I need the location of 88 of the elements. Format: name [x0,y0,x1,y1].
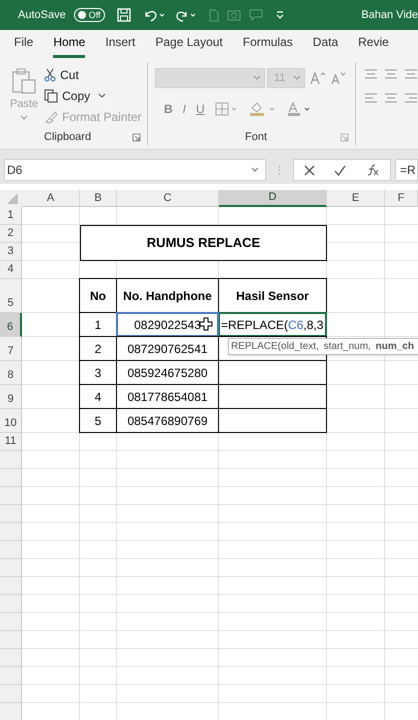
caret-icon [20,114,28,120]
row-header[interactable]: 3 [0,243,22,261]
row-header[interactable]: 7 [0,337,22,361]
cell-edit-field[interactable]: =REPLACE(C6,8,3 [218,312,327,337]
row-header[interactable]: 1 [0,207,22,225]
document-icon[interactable] [208,8,219,22]
borders-icon[interactable] [214,102,239,116]
enter-icon[interactable] [334,164,346,176]
sheet-title: RUMUS REPLACE [80,225,327,261]
row-header[interactable] [0,649,22,667]
name-box[interactable]: D6 [4,159,266,181]
row-header[interactable]: 8 [0,361,22,385]
dialog-launcher-icon[interactable] [340,132,349,142]
row-header[interactable] [0,685,22,703]
table-cell: 5 [79,408,117,433]
brush-icon [44,110,58,124]
font-name-field[interactable] [155,68,265,88]
undo-icon[interactable] [142,8,165,22]
ribbon-tab[interactable]: File [14,33,34,58]
row-header[interactable]: 10 [0,409,22,433]
clipboard-icon [11,68,38,94]
ribbon-tab[interactable]: Insert [105,33,136,58]
row-header[interactable]: 6 [0,313,22,337]
align-bottom-icon[interactable] [404,68,418,80]
ribbon-tab[interactable]: Page Layout [155,33,223,58]
toggle-label: Off [88,10,101,20]
camera-icon[interactable] [226,9,241,21]
column-heading-cell: No [79,278,117,313]
insert-function-icon[interactable] [366,164,380,176]
align-top-icon[interactable] [364,68,378,80]
column-header[interactable]: B [80,190,117,207]
column-header[interactable]: D [219,190,327,207]
group-label: Font [245,130,268,145]
align-middle-icon[interactable] [384,68,398,80]
row-header[interactable] [0,559,22,577]
ribbon-tab[interactable]: Revie [358,33,389,58]
align-center-icon[interactable] [384,92,398,104]
dialog-launcher-icon[interactable] [132,132,141,142]
ribbon-tab[interactable]: Formulas [242,33,293,58]
cancel-icon[interactable] [304,164,315,176]
ribbon-tab[interactable]: Data [312,33,338,58]
row-header[interactable] [0,703,22,720]
cut-button[interactable]: Cut [44,66,142,84]
autosave-label: AutoSave [18,8,66,23]
cross-cursor-icon [199,317,213,331]
copy-button[interactable]: Copy [44,87,142,105]
table-cell: 0829022543 [116,312,219,337]
column-header[interactable]: A [22,190,80,207]
customize-icon[interactable] [274,11,285,19]
copy-icon [44,89,58,103]
row-header[interactable]: 2 [0,225,22,243]
row-header[interactable] [0,595,22,613]
row-header[interactable] [0,577,22,595]
align-left-icon[interactable] [364,92,378,104]
shrink-font-icon[interactable] [330,71,346,85]
row-header[interactable] [0,505,22,523]
row-header[interactable]: 9 [0,385,22,409]
row-header[interactable]: 4 [0,261,22,279]
caret-icon [253,75,261,81]
row-header[interactable] [0,469,22,487]
row-header[interactable] [0,667,22,685]
row-header[interactable]: 5 [0,279,22,313]
fill-color-icon[interactable] [248,102,277,116]
function-tooltip: REPLACE(old_text, start_num, num_ch [228,338,418,355]
caret-icon [251,167,259,173]
column-header[interactable]: E [327,190,385,207]
grow-font-icon[interactable] [310,71,326,85]
scissors-icon [44,68,56,82]
column-heading-cell: Hasil Sensor [218,278,327,313]
comment-icon[interactable] [248,9,263,21]
column-header[interactable]: F [385,190,418,207]
row-header[interactable] [0,487,22,505]
group-label: Clipboard [44,130,92,145]
caret-icon [98,93,106,99]
column-header[interactable]: C [117,190,219,207]
row-header[interactable] [0,451,22,469]
caret-icon [293,75,301,81]
autosave-toggle[interactable]: Off [74,8,105,22]
select-all-icon[interactable] [0,190,22,207]
row-header[interactable]: 11 [0,433,22,451]
row-header[interactable] [0,631,22,649]
row-header[interactable] [0,541,22,559]
formula-field[interactable]: =R [395,159,418,181]
row-header[interactable] [0,523,22,541]
document-title: Bahan Vide [361,8,418,23]
save-icon[interactable] [116,8,131,22]
row-header[interactable] [0,613,22,631]
align-right-icon[interactable] [404,92,418,104]
